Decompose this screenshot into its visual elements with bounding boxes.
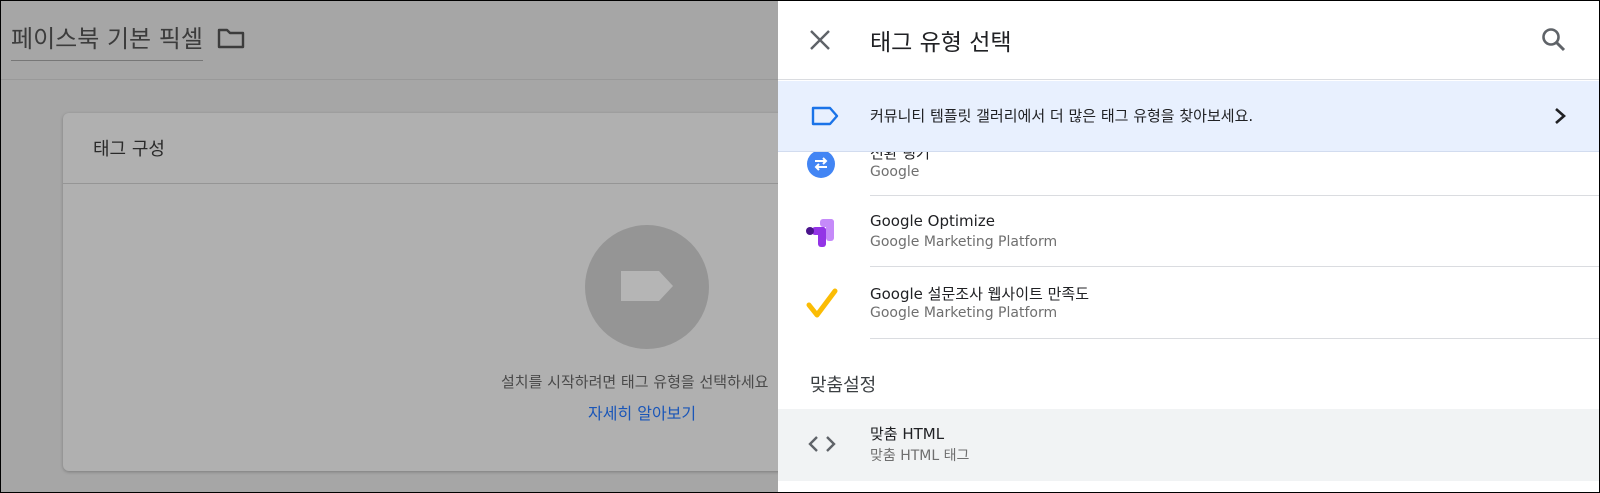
conversion-linker-icon — [806, 149, 836, 183]
survey-check-icon — [806, 288, 838, 324]
item-provider: 맞춤 HTML 태그 — [870, 448, 970, 464]
choose-tag-type-panel: 전환 링커 Google Google Optimize Google Mark… — [778, 1, 1599, 492]
community-gallery-banner[interactable]: 커뮤니티 템플릿 갤러리에서 더 많은 태그 유형을 찾아보세요. — [778, 81, 1599, 152]
tag-icon — [621, 271, 673, 301]
tag-type-item-custom-html[interactable]: 맞춤 HTML 맞춤 HTML 태그 — [778, 409, 1599, 481]
banner-text: 커뮤니티 템플릿 갤러리에서 더 많은 태그 유형을 찾아보세요. — [870, 107, 1254, 125]
tag-configuration-card[interactable]: 태그 구성 설치를 시작하려면 태그 유형을 선택하세요 자세히 알아보기 — [63, 113, 823, 471]
tag-editor-background: 페이스북 기본 픽셀 태그 구성 설치를 시작하려면 태그 유형을 선택하세요 … — [1, 1, 823, 492]
item-name: Google Optimize — [870, 212, 995, 230]
panel-header: 태그 유형 선택 — [778, 1, 1599, 80]
code-icon — [808, 432, 836, 460]
search-icon[interactable] — [1541, 27, 1567, 57]
google-optimize-icon — [806, 217, 836, 251]
tag-placeholder-circle[interactable] — [585, 225, 709, 349]
row-divider — [870, 266, 1599, 267]
card-divider — [63, 183, 823, 184]
editor-header: 페이스북 기본 픽셀 — [1, 1, 791, 80]
item-provider: Google — [870, 164, 920, 180]
item-name: Google 설문조사 웹사이트 만족도 — [870, 285, 1090, 303]
item-name: 맞춤 HTML — [870, 425, 945, 443]
screen: 페이스북 기본 픽셀 태그 구성 설치를 시작하려면 태그 유형을 선택하세요 … — [0, 0, 1600, 493]
row-divider — [870, 338, 1599, 339]
row-divider — [870, 195, 1599, 196]
learn-more-link[interactable]: 자세히 알아보기 — [588, 400, 696, 424]
section-label-custom: 맞춤설정 — [810, 375, 877, 396]
tag-type-item-google-surveys[interactable]: Google 설문조사 웹사이트 만족도 Google Marketing Pl… — [778, 268, 1599, 339]
card-title: 태그 구성 — [93, 139, 165, 160]
close-icon[interactable] — [808, 28, 832, 56]
folder-icon[interactable] — [217, 27, 245, 53]
item-provider: Google Marketing Platform — [870, 305, 1058, 321]
tag-type-item-google-optimize[interactable]: Google Optimize Google Marketing Platfor… — [778, 197, 1599, 267]
panel-title: 태그 유형 선택 — [870, 30, 1012, 56]
item-provider: Google Marketing Platform — [870, 234, 1058, 250]
select-tag-type-hint: 설치를 시작하려면 태그 유형을 선택하세요 — [501, 373, 769, 391]
chevron-right-icon — [1553, 107, 1567, 129]
tag-outline-icon — [811, 106, 839, 130]
tag-name-field[interactable]: 페이스북 기본 픽셀 — [11, 19, 203, 61]
